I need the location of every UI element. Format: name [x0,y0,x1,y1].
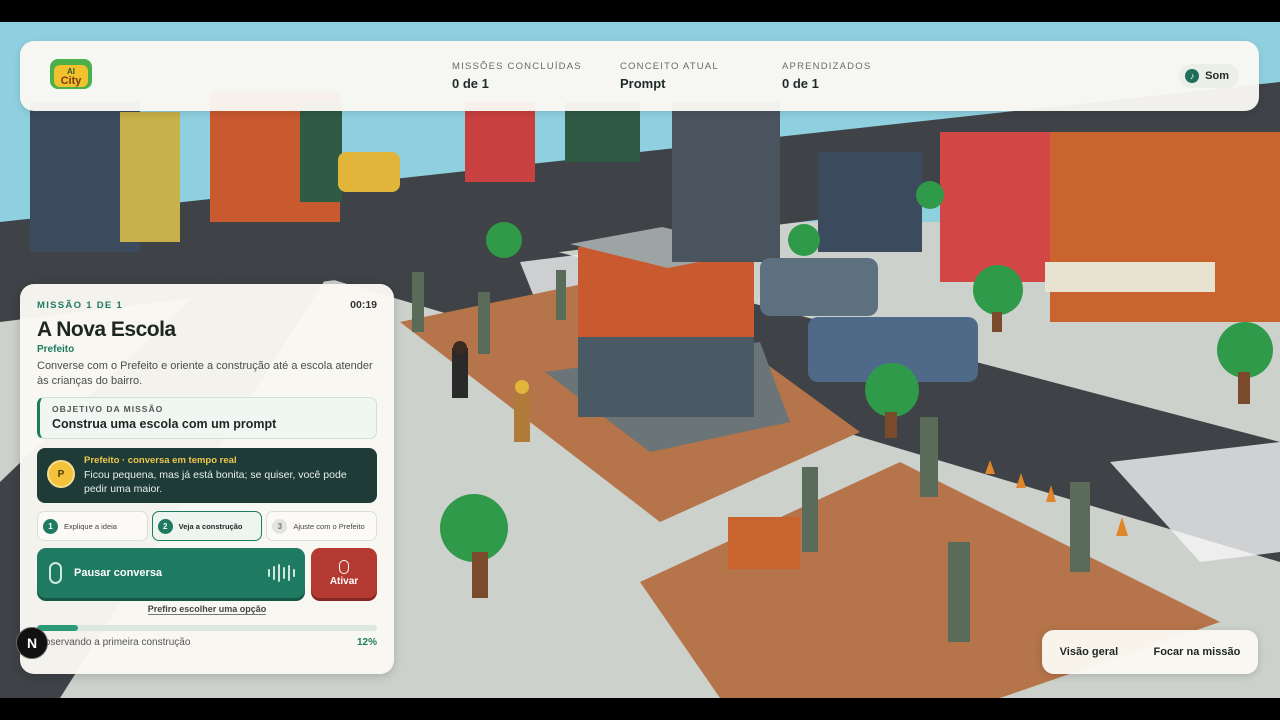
progress-text: Observando a primeira construção [37,637,191,648]
sound-label: Som [1205,70,1229,82]
music-note-icon: ♪ [1185,69,1200,83]
step-tracker: 1 Explique a ideia 2 Veja a construção 3… [37,511,378,541]
pause-label: Pausar conversa [74,567,163,579]
step-explain-idea[interactable]: 1 Explique a ideia [37,511,148,541]
avatar: P [47,460,75,488]
stat-learnings-value: 0 de 1 [782,76,819,91]
focus-mission-button[interactable]: Focar na missão [1153,646,1240,658]
sound-button[interactable]: ♪ Som [1179,64,1239,88]
overview-button[interactable]: Visão geral [1060,646,1119,658]
stat-missions: MISSÕES CONCLUÍDAS 0 de 1 [452,61,582,91]
mission-subtitle: Prefeito [37,344,75,355]
bricks [728,517,800,569]
step-adjust-with-mayor[interactable]: 3 Ajuste com o Prefeito [266,511,378,541]
mission-timer: 00:19 [350,299,377,311]
stat-missions-label: MISSÕES CONCLUÍDAS [452,61,582,72]
stat-learnings: APRENDIZADOS 0 de 1 [782,61,871,91]
objective-label: OBJETIVO DA MISSÃO [52,404,164,414]
microphone-icon [339,559,349,574]
step-label: Veja a construção [178,521,243,531]
stat-concept-value: Prompt [620,76,666,91]
choose-option-link-wrap: Prefiro escolher uma opção [20,604,394,615]
objective-text: Construa uma escola com um prompt [52,417,277,431]
stat-missions-value: 0 de 1 [452,76,489,91]
pause-conversation-button[interactable]: Pausar conversa [37,548,305,598]
activate-button[interactable]: Ativar [311,548,377,598]
stat-concept: CONCEITO ATUAL Prompt [620,61,719,91]
choose-option-link[interactable]: Prefiro escolher uma opção [147,604,267,615]
activate-label: Ativar [329,575,359,587]
progress-fill [37,625,78,631]
view-controls: Visão geral Focar na missão [1042,630,1258,674]
chat-bubble: P Prefeito · conversa em tempo real Fico… [37,448,377,503]
step-number: 3 [272,518,288,534]
stat-concept-label: CONCEITO ATUAL [620,61,719,72]
n-badge[interactable]: N [16,627,48,659]
step-see-construction[interactable]: 2 Veja a construção [151,511,263,541]
step-label: Ajuste com o Prefeito [293,521,365,531]
stat-learnings-label: APRENDIZADOS [782,61,872,72]
game-viewport[interactable]: AI City MISSÕES CONCLUÍDAS 0 de 1 CONCEI… [0,22,1280,698]
mission-count: MISSÃO 1 DE 1 [37,300,124,311]
logo-city-text: City [61,75,83,87]
mission-panel: MISSÃO 1 DE 1 00:19 A Nova Escola Prefei… [20,284,394,674]
soundwave-icon [268,564,295,582]
step-number: 1 [43,518,58,534]
chat-message: Ficou pequena, mas já está bonita; se qu… [84,469,347,495]
step-number: 2 [157,518,173,534]
mission-title: A Nova Escola [37,318,176,341]
mission-description: Converse com o Prefeito e oriente a cons… [37,360,373,387]
progress-bar [37,625,377,631]
top-bar: AI City MISSÕES CONCLUÍDAS 0 de 1 CONCEI… [20,41,1259,111]
mission-objective: OBJETIVO DA MISSÃO Construa uma escola c… [37,397,377,439]
microphone-icon [49,562,62,584]
progress-percent: 12% [356,637,377,648]
ai-city-logo[interactable]: AI City [44,55,98,97]
chat-speaker: Prefeito · conversa em tempo real [84,455,237,466]
step-label: Explique a ideia [64,521,117,531]
